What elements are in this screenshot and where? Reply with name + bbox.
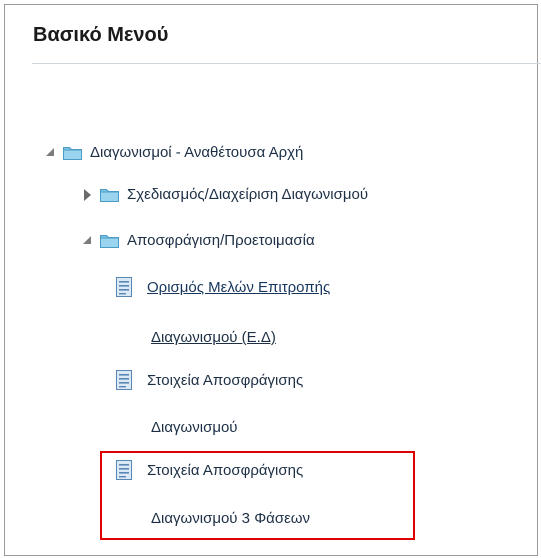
tree-item-label[interactable]: Διαγωνισμού: [151, 419, 238, 436]
folder-icon: [63, 147, 82, 160]
tree-item-unsealing-data[interactable]: Στοιχεία Αποσφράγισης: [116, 370, 303, 390]
tree-node-label: Σχεδιασμός/Διαχείριση Διαγωνισμού: [127, 186, 369, 203]
folder-icon: [100, 189, 119, 202]
document-icon: [116, 277, 132, 297]
title-divider: [32, 63, 541, 64]
tree-item-link[interactable]: Ορισμός Μελών Επιτροπής: [147, 279, 330, 296]
tree-node-tenders-authority[interactable]: Διαγωνισμοί - Αναθέτουσα Αρχή: [44, 144, 303, 161]
document-icon: [116, 370, 132, 390]
tree-item-link[interactable]: Διαγωνισμού (Ε.Δ): [151, 329, 276, 346]
tree-node-unsealing[interactable]: Αποσφράγιση/Προετοιμασία: [81, 232, 315, 249]
expand-caret-icon[interactable]: [81, 235, 93, 247]
panel-title: Βασικό Μενού: [33, 24, 169, 46]
folder-icon: [100, 235, 119, 248]
tree-node-label: Αποσφράγιση/Προετοιμασία: [127, 232, 315, 249]
collapse-caret-icon[interactable]: [81, 188, 93, 201]
tree-node-planning[interactable]: Σχεδιασμός/Διαχείριση Διαγωνισμού: [81, 186, 368, 203]
tree-node-label: Διαγωνισμοί - Αναθέτουσα Αρχή: [90, 144, 304, 161]
expand-caret-icon[interactable]: [44, 147, 56, 159]
tree-item-committee-members[interactable]: Ορισμός Μελών Επιτροπής: [116, 277, 330, 297]
tree-item-label[interactable]: Στοιχεία Αποσφράγισης: [147, 372, 303, 389]
highlight-box: [100, 451, 415, 540]
